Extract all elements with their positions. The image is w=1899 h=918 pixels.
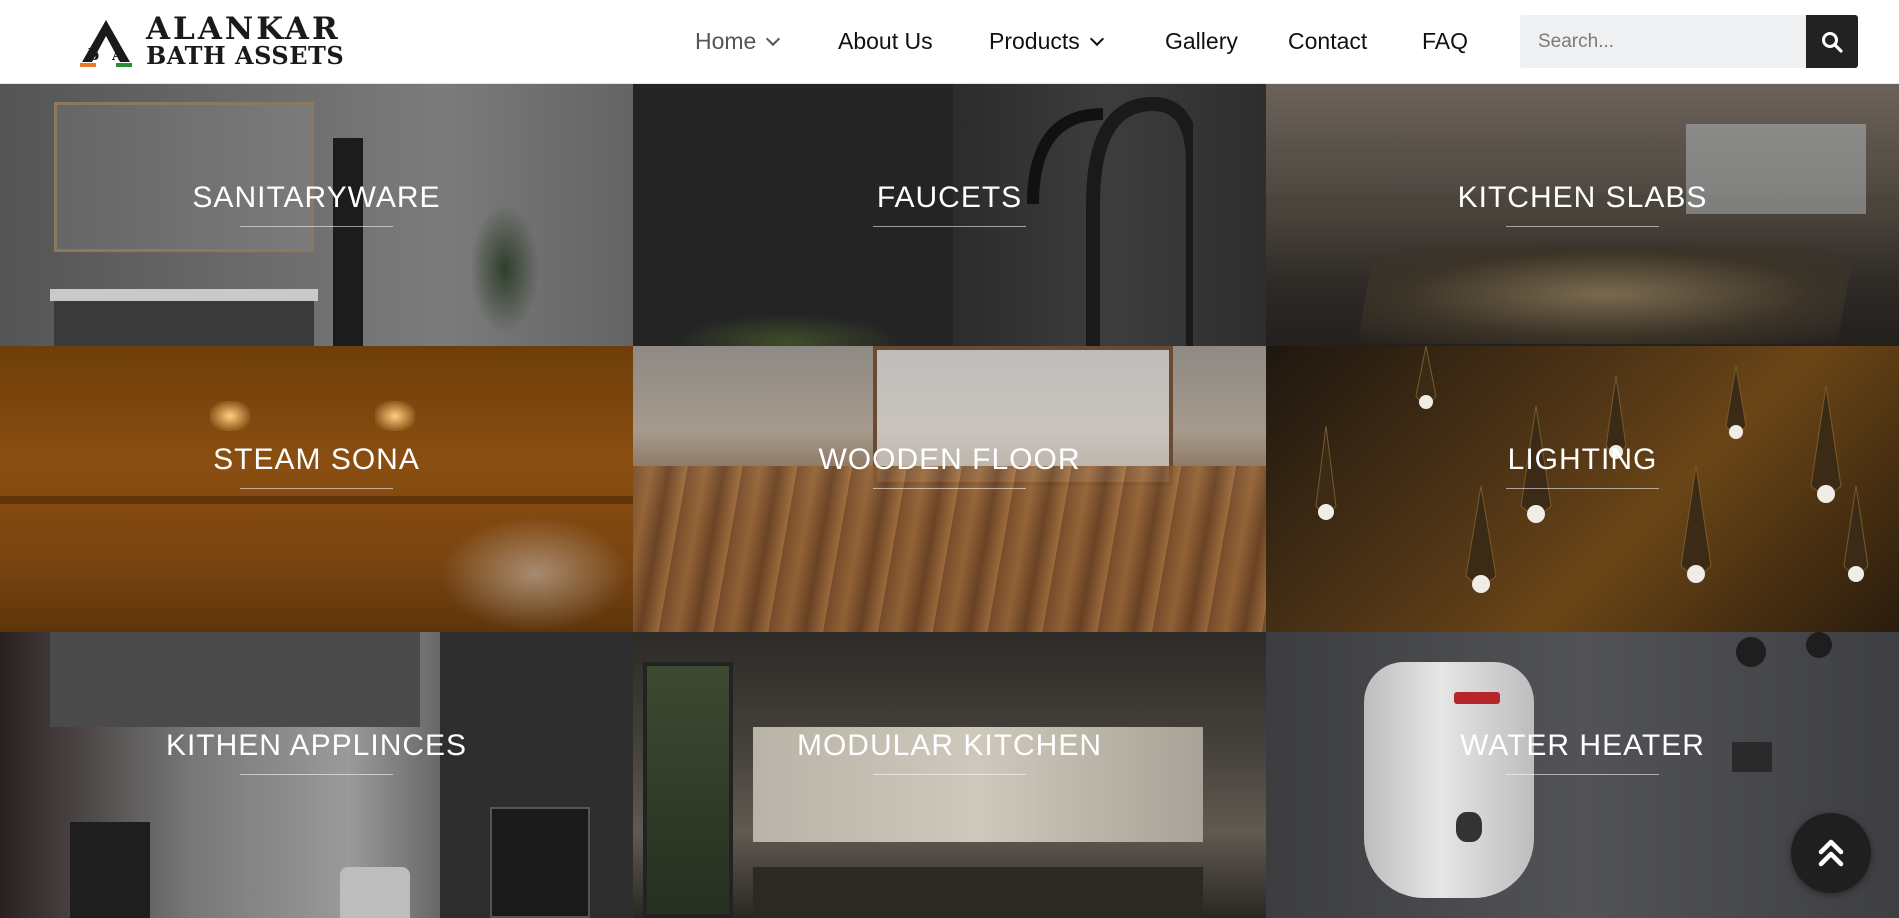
basin-decoration [50, 289, 318, 301]
category-tile-kitchen-slabs[interactable]: KITCHEN SLABS [1266, 84, 1899, 370]
category-tile-steam-sona[interactable]: STEAM SONA [0, 346, 633, 632]
coffee-maker-decoration [70, 822, 150, 918]
wall-light-decoration [210, 401, 250, 431]
nav-about-us-label: About Us [838, 28, 933, 54]
nav-gallery[interactable]: Gallery [1165, 28, 1238, 55]
faucet-decoration [1027, 96, 1193, 370]
wall-fixture-decoration [1806, 632, 1832, 658]
divider [873, 488, 1026, 489]
scroll-to-top-button[interactable] [1791, 813, 1871, 893]
divider [240, 226, 393, 227]
nav-faq[interactable]: FAQ [1422, 28, 1468, 55]
category-tile-faucets[interactable]: FAUCETS [633, 84, 1266, 370]
category-label: WOODEN FLOOR [818, 443, 1081, 476]
tall-cabinet-decoration [333, 138, 363, 370]
nav-home[interactable]: Home [695, 28, 781, 55]
granite-island-decoration [1357, 244, 1855, 344]
water-heater-decoration [1364, 662, 1534, 898]
search-icon [1822, 31, 1843, 53]
search-box [1520, 15, 1806, 68]
category-tile-lighting[interactable]: LIGHTING [1266, 346, 1899, 632]
chevron-down-icon [766, 31, 781, 46]
category-label: WATER HEATER [1460, 729, 1705, 762]
category-label: MODULAR KITCHEN [796, 729, 1103, 762]
category-label: FAUCETS [876, 181, 1023, 214]
mirror-decoration [54, 102, 314, 252]
category-tile-sanitaryware[interactable]: SANITARYWARE [0, 84, 633, 370]
wall-light-decoration [375, 401, 415, 431]
window-decoration [643, 662, 733, 918]
double-chevron-up-icon [1818, 839, 1844, 867]
brand-logo[interactable]: b A ALANKAR BATH ASSETS [78, 14, 368, 70]
brand-line2: BATH ASSETS [146, 41, 345, 70]
nav-products[interactable]: Products [989, 28, 1104, 55]
wall-fixture-decoration [1736, 637, 1766, 667]
category-label: SANITARYWARE [192, 181, 441, 214]
search-button[interactable] [1806, 15, 1858, 68]
category-label: KITHEN APPLINCES [165, 729, 468, 762]
category-tile-wooden-floor[interactable]: WOODEN FLOOR [633, 346, 1266, 632]
category-tile-modular-kitchen[interactable]: MODULAR KITCHEN [633, 632, 1266, 918]
nav-contact[interactable]: Contact [1288, 28, 1367, 55]
nav-about-us[interactable]: About Us [838, 28, 933, 55]
divider [873, 774, 1026, 775]
nav-contact-label: Contact [1288, 28, 1368, 54]
wood-planks-decoration [633, 466, 1266, 632]
brand-name: ALANKAR BATH ASSETS [146, 14, 344, 68]
category-tile-kitchen-appliances[interactable]: KITHEN APPLINCES [0, 632, 633, 918]
divider [873, 226, 1026, 227]
upper-cabinets-decoration [50, 632, 420, 727]
divider [240, 488, 393, 489]
bench-decoration [0, 496, 633, 504]
water-heater-badge-decoration [1454, 692, 1500, 704]
fridge-dispenser-decoration [490, 807, 590, 918]
divider [1506, 774, 1659, 775]
pendant-lights-decoration [1315, 346, 1869, 593]
svg-text:A: A [111, 48, 124, 64]
plant-decoration [470, 204, 540, 334]
nav-home-label: Home [695, 28, 757, 54]
divider [1506, 226, 1659, 227]
divider [240, 774, 393, 775]
chevron-down-icon [1089, 31, 1104, 46]
steam-decoration [440, 516, 630, 632]
search-input[interactable] [1520, 15, 1806, 68]
nav-gallery-label: Gallery [1165, 28, 1238, 54]
divider [1506, 488, 1659, 489]
category-label: LIGHTING [1507, 443, 1658, 476]
category-label: STEAM SONA [213, 443, 420, 476]
brand-logo-mark-icon: b A [80, 20, 132, 67]
counter-decoration [753, 867, 1203, 918]
nav-faq-label: FAQ [1422, 28, 1469, 54]
toaster-decoration [340, 867, 410, 918]
svg-text:b: b [88, 45, 99, 64]
site-header: b A ALANKAR BATH ASSETS Home About Us Pr… [0, 0, 1899, 84]
water-heater-knob-decoration [1456, 812, 1482, 842]
nav-products-label: Products [989, 28, 1080, 54]
category-label: KITCHEN SLABS [1457, 181, 1708, 214]
